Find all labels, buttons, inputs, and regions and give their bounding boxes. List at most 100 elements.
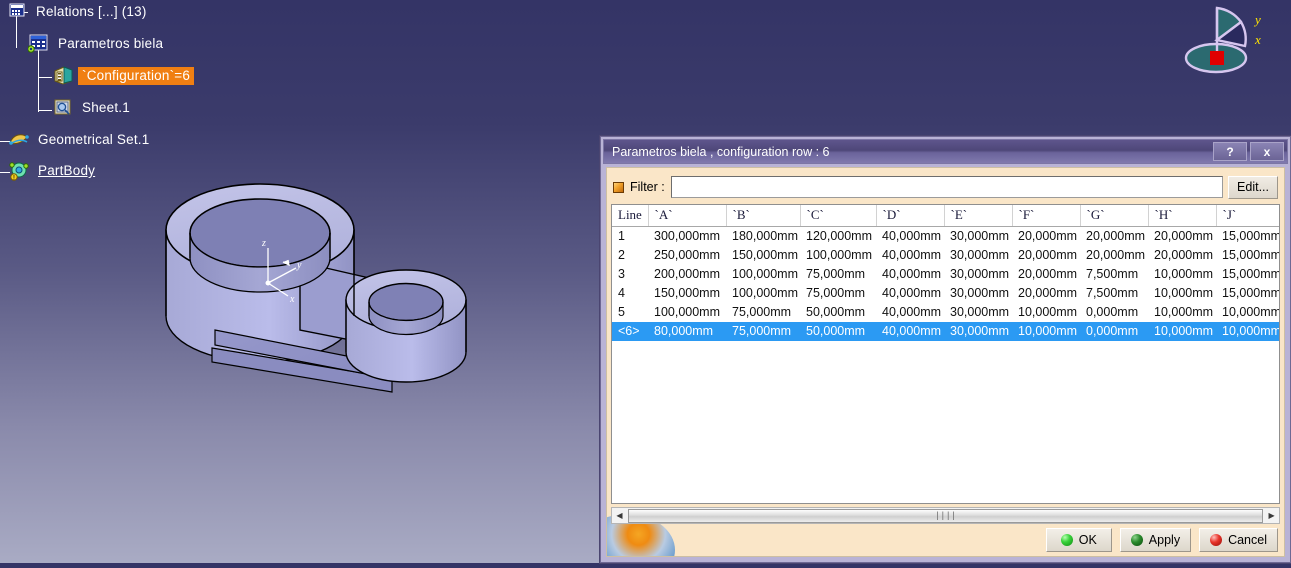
table-cell: 150,000mm <box>732 248 799 262</box>
svg-text:x: x <box>289 294 295 305</box>
dialog-titlebar[interactable]: Parametros biela , configuration row : 6… <box>603 139 1288 164</box>
table-cell: 7,500mm <box>1086 286 1139 300</box>
horizontal-scrollbar[interactable]: ◀ |||| ▶ <box>611 507 1280 524</box>
table-row[interactable]: <6> 80,000mm 75,000mm 50,000mm 40,000mm 30,00… <box>612 321 1279 341</box>
scroll-right-arrow[interactable]: ▶ <box>1264 508 1279 523</box>
design-table-dialog[interactable]: Parametros biela , configuration row : 6… <box>600 136 1291 563</box>
table-row[interactable]: 3 200,000mm 100,000mm 75,000mm 40,000mm 30,00… <box>612 265 1279 284</box>
table-cell: 50,000mm <box>800 321 876 341</box>
table-cell: 75,000mm <box>806 267 866 281</box>
ok-indicator-icon <box>1060 534 1073 546</box>
tree-item-label: Relations [...] (13) <box>36 4 147 19</box>
relations-icon <box>6 2 28 22</box>
filter-icon <box>613 181 624 193</box>
table-cell: 15,000mm <box>1222 248 1280 262</box>
table-header-cell[interactable]: `B` <box>726 205 801 227</box>
tree-item-sheet1[interactable]: Sheet.1 <box>52 98 134 118</box>
tree-item-partbody[interactable]: ! PartBody <box>8 161 99 182</box>
table-cell: 10,000mm <box>1012 321 1080 341</box>
tree-item-geometrical-set1[interactable]: Geometrical Set.1 <box>8 130 153 150</box>
tree-item-configuration[interactable]: `Configuration`=6 <box>52 66 195 86</box>
dialog-title: Parametros biela , configuration row : 6 <box>612 144 830 159</box>
table-cell: 120,000mm <box>806 229 873 244</box>
table-cell-line: 3 <box>618 267 625 281</box>
filter-row: Filter : Edit... <box>613 174 1278 200</box>
apply-button-label: Apply <box>1148 533 1181 547</box>
table-header-cell[interactable]: `A` <box>648 205 727 227</box>
apply-indicator-icon <box>1130 534 1143 546</box>
dialog-button-row: OK Apply Cancel <box>1045 528 1278 552</box>
filter-input[interactable] <box>670 176 1224 198</box>
tree-item-relations[interactable]: Relations [...] (13) <box>6 2 151 22</box>
sheet-icon <box>52 98 74 118</box>
table-cell: 100,000mm <box>732 286 799 300</box>
table-cell: 80,000mm <box>648 321 726 341</box>
table-cell-line: 1 <box>618 229 625 244</box>
table-row[interactable]: 5 100,000mm 75,000mm 50,000mm 40,000mm 30,000… <box>612 303 1279 322</box>
table-cell-line: 5 <box>618 305 625 319</box>
table-cell: 0,000mm <box>1086 305 1139 319</box>
table-header-cell[interactable]: `G` <box>1080 205 1149 227</box>
table-cell: 30,000mm <box>950 229 1010 244</box>
table-cell: 30,000mm <box>950 305 1010 319</box>
table-header-cell[interactable]: `F` <box>1012 205 1081 227</box>
table-cell: 40,000mm <box>882 286 942 300</box>
table-cell: 20,000mm <box>1018 248 1078 262</box>
table-cell: 20,000mm <box>1086 229 1146 244</box>
cancel-button[interactable]: Cancel <box>1199 528 1278 552</box>
ok-button-label: OK <box>1078 533 1097 547</box>
table-cell: 7,500mm <box>1086 267 1139 281</box>
table-cell: 180,000mm <box>732 229 799 244</box>
table-row[interactable]: 4 150,000mm 100,000mm 75,000mm 40,000mm 30,00… <box>612 284 1279 303</box>
tree-item-label: Geometrical Set.1 <box>38 132 150 147</box>
table-cell: 10,000mm <box>1154 267 1214 281</box>
close-button[interactable]: x <box>1250 142 1284 161</box>
table-body[interactable]: 1 300,000mm 180,000mm 120,000mm 40,000mm 30,0… <box>612 227 1280 341</box>
cancel-indicator-icon <box>1210 534 1223 546</box>
scroll-left-arrow[interactable]: ◀ <box>612 508 627 523</box>
table-header-cell[interactable]: `H` <box>1148 205 1217 227</box>
scrollbar-grip: |||| <box>934 510 957 521</box>
table-header-cell[interactable]: Line <box>612 205 649 227</box>
tree-item-label: `Configuration`=6 <box>78 67 195 85</box>
configuration-table[interactable]: Line `A` `B` `C` `D` `E` `F` `G` `H` `J` 1 300,000… <box>611 204 1280 504</box>
edit-button[interactable]: Edit... <box>1228 175 1278 199</box>
table-cell: 0,000mm <box>1080 321 1148 341</box>
configuration-icon <box>52 66 74 86</box>
table-cell: 10,000mm <box>1216 321 1279 341</box>
apply-button[interactable]: Apply <box>1119 528 1192 552</box>
table-cell: 100,000mm <box>806 248 873 262</box>
scrollbar-thumb[interactable]: |||| <box>627 508 1264 523</box>
compass-gizmo[interactable]: y x <box>1173 0 1283 80</box>
table-row[interactable]: 2 250,000mm 150,000mm 100,000mm 40,000mm 30,0… <box>612 246 1280 265</box>
table-cell: 10,000mm <box>1154 286 1214 300</box>
table-cell: 20,000mm <box>1154 248 1214 262</box>
table-cell: 15,000mm <box>1222 229 1280 244</box>
table-cell-line: <6> <box>612 321 648 341</box>
table-cell: 40,000mm <box>882 267 942 281</box>
table-cell: 20,000mm <box>1154 229 1214 244</box>
svg-text:y: y <box>296 260 302 271</box>
ok-button[interactable]: OK <box>1045 528 1112 552</box>
table-header-cell[interactable]: `E` <box>944 205 1013 227</box>
tree-item-parametros-biela[interactable]: Parametros biela <box>27 34 167 54</box>
table-cell: 30,000mm <box>950 286 1010 300</box>
table-header-row: Line `A` `B` `C` `D` `E` `F` `G` `H` `J` <box>612 205 1279 227</box>
table-cell-line: 4 <box>618 286 625 300</box>
specification-tree[interactable]: Relations [...] (13) Parametros biela `C… <box>0 0 300 200</box>
help-button[interactable]: ? <box>1213 142 1247 161</box>
geometrical-set-icon <box>8 130 30 150</box>
table-cell: 30,000mm <box>950 267 1010 281</box>
table-header-cell[interactable]: `D` <box>876 205 945 227</box>
table-cell: 75,000mm <box>806 286 866 300</box>
table-cell: 30,000mm <box>950 248 1010 262</box>
table-cell: 20,000mm <box>1018 267 1078 281</box>
table-cell: 50,000mm <box>806 305 866 319</box>
tree-item-label: Sheet.1 <box>82 100 130 115</box>
table-cell: 10,000mm <box>1148 321 1216 341</box>
table-header-cell[interactable]: `J` <box>1216 205 1279 227</box>
compass-y-label: y <box>1255 12 1261 27</box>
table-header-cell[interactable]: `C` <box>800 205 877 227</box>
table-row[interactable]: 1 300,000mm 180,000mm 120,000mm 40,000mm 30,0… <box>612 227 1280 246</box>
table-cell: 20,000mm <box>1086 248 1146 262</box>
